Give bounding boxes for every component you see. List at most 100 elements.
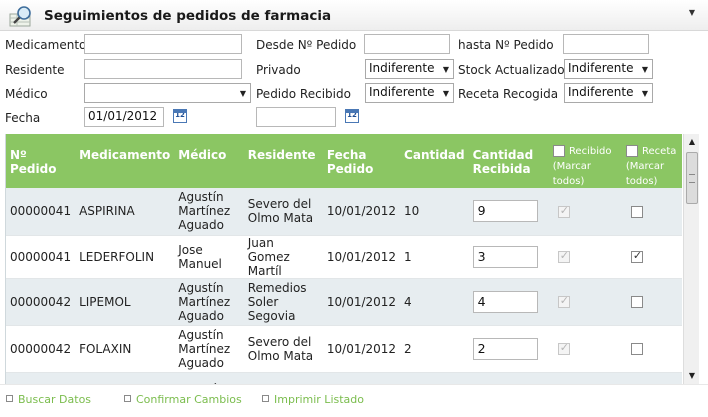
recibido-header-sub: (Marcar todos) [552,161,592,187]
hasta-pedido-label: hasta Nº Pedido [458,38,554,52]
confirmar-cambios-label: Confirmar Cambios [136,393,242,406]
col-header-receta: Receta (Marcar todos) [621,134,682,188]
cell-residente: Juan Gomez Martíl [243,235,323,279]
hasta-pedido-input[interactable] [563,34,649,54]
recibido-checkbox [557,294,570,308]
imprimir-listado-label: Imprimir Listado [274,393,364,406]
buscar-datos-link[interactable]: Buscar Datos [6,393,91,406]
cell-medicamento: ASPIRINA [75,188,175,236]
cell-residente: Remedios Soler Segovia [243,278,323,326]
cell-medico: Agustín Martínez Aguado [174,325,244,373]
checkbox-icon [124,395,131,402]
table-row: 00000041 LEDERFOLIN Jose Manuel Juan Gomez … [6,235,682,279]
cell-cantidad: 15 [400,372,469,384]
col-header-cantidad: Cantidad [400,134,469,188]
cell-recibido [548,325,622,373]
table-row: 00000043TrangorexAgustín MartínezAlmacén… [6,372,682,384]
cell-receta [621,372,682,384]
stock-select[interactable]: Indiferente ▼ [564,59,653,79]
cell-medicamento: FOLAXIN [75,325,175,373]
buscar-datos-label: Buscar Datos [18,393,92,406]
cell-medico: Jose Manuel [174,235,244,279]
stock-label: Stock Actualizado [458,63,565,77]
chevron-down-icon: ▼ [641,65,648,74]
cantidad-recibida-input[interactable]: 2 [472,337,538,360]
receta-checkbox[interactable] [630,343,643,355]
receta-recogida-select-value: Indiferente [568,85,634,99]
pedido-recibido-select[interactable]: Indiferente ▼ [365,83,454,103]
cell-medicamento: LIPEMOL [75,278,175,326]
confirmar-cambios-link[interactable]: Confirmar Cambios [124,393,242,406]
chevron-down-icon: ▼ [442,89,449,98]
vertical-scrollbar[interactable]: ▲ ▼ [683,134,699,384]
desde-pedido-input[interactable] [364,34,450,54]
recibido-checkbox [557,204,570,218]
privado-label: Privado [256,63,301,77]
imprimir-listado-link[interactable]: Imprimir Listado [262,393,364,406]
stock-select-value: Indiferente [568,61,634,75]
magnifier-over-grid-icon [9,6,31,27]
col-header-recibido: Recibido (Marcar todos) [548,134,622,188]
col-header-fecha: Fecha Pedido [322,134,401,188]
col-header-medicamento: Medicamento [75,134,175,188]
scrollbar-thumb[interactable] [686,152,698,204]
col-header-medico: Médico [174,134,244,188]
calendar-icon[interactable]: 12 [345,109,359,123]
receta-checkbox[interactable] [630,205,643,218]
cell-residente: Severo del Olmo Mata [243,188,323,236]
chevron-down-icon: ▼ [239,89,246,98]
cell-cantidad: 2 [400,325,469,373]
scroll-up-icon[interactable]: ▲ [684,134,700,150]
desde-pedido-label: Desde Nº Pedido [256,38,357,52]
cell-receta [621,188,682,236]
residente-input[interactable] [84,59,242,79]
cell-medico: Agustín Martínez [174,372,244,384]
cell-pedido: 00000042 [6,325,76,373]
cantidad-recibida-input[interactable]: 9 [472,200,538,223]
cantidad-recibida-input[interactable]: 4 [472,290,538,313]
orders-table: Nº Pedido Medicamento Médico Residente F… [6,134,682,384]
col-header-recibida: Cantidad Recibida [468,134,549,188]
title-bar: Seguimientos de pedidos de farmacia ▼ [0,0,708,31]
privado-select-value: Indiferente [369,61,435,75]
receta-checkbox[interactable] [630,296,643,308]
cell-recibido [548,372,622,384]
filter-panel: Medicamento Desde Nº Pedido hasta Nº Ped… [0,31,708,131]
scroll-down-icon[interactable]: ▼ [684,368,700,384]
recibido-header-label: Recibido [568,146,612,157]
medico-select[interactable]: ▼ [84,83,251,103]
cell-residente: Almacén [243,372,323,384]
cell-recibida: 15 [468,372,549,384]
cell-receta [621,325,682,373]
medicamento-label: Medicamento [5,38,87,52]
calendar-icon[interactable]: 12 [173,109,187,123]
medico-label: Médico [5,87,48,101]
cell-recibida: 4 [468,278,549,326]
privado-select[interactable]: Indiferente ▼ [365,59,454,79]
medicamento-input[interactable] [84,34,242,54]
table-row: 00000042 LIPEMOL Agustín Martínez Aguado Re… [6,278,682,326]
chevron-down-icon: ▼ [641,89,648,98]
orders-grid: Nº Pedido Medicamento Médico Residente F… [5,134,682,384]
cell-receta [621,278,682,326]
select-all-receta-checkbox[interactable] [625,144,638,157]
select-all-recibido-checkbox[interactable] [552,144,565,157]
table-body: 00000041 ASPIRINA Agustín Martínez Aguado S… [6,188,682,384]
receta-header-sub: (Marcar todos) [625,161,665,187]
receta-recogida-select[interactable]: Indiferente ▼ [564,83,653,103]
fecha-hasta-input[interactable] [256,107,336,127]
cell-fecha: 10/01/2012 [322,235,401,279]
cell-pedido: 00000043 [6,372,76,384]
cantidad-recibida-input[interactable]: 3 [472,245,538,268]
cell-residente: Severo del Olmo Mata [243,325,323,373]
receta-checkbox[interactable] [630,249,643,263]
caret-down-icon[interactable]: ▼ [689,8,695,17]
cell-cantidad: 1 [400,235,469,279]
cell-cantidad: 10 [400,188,469,236]
table-row: 00000041 ASPIRINA Agustín Martínez Aguado S… [6,188,682,236]
table-row: 00000042 FOLAXIN Agustín Martínez Aguado Se… [6,325,682,373]
fecha-desde-input[interactable]: 01/01/2012 [84,107,164,127]
cell-receta [621,235,682,279]
cell-medico: Agustín Martínez Aguado [174,278,244,326]
receta-header-label: Receta [642,146,677,157]
